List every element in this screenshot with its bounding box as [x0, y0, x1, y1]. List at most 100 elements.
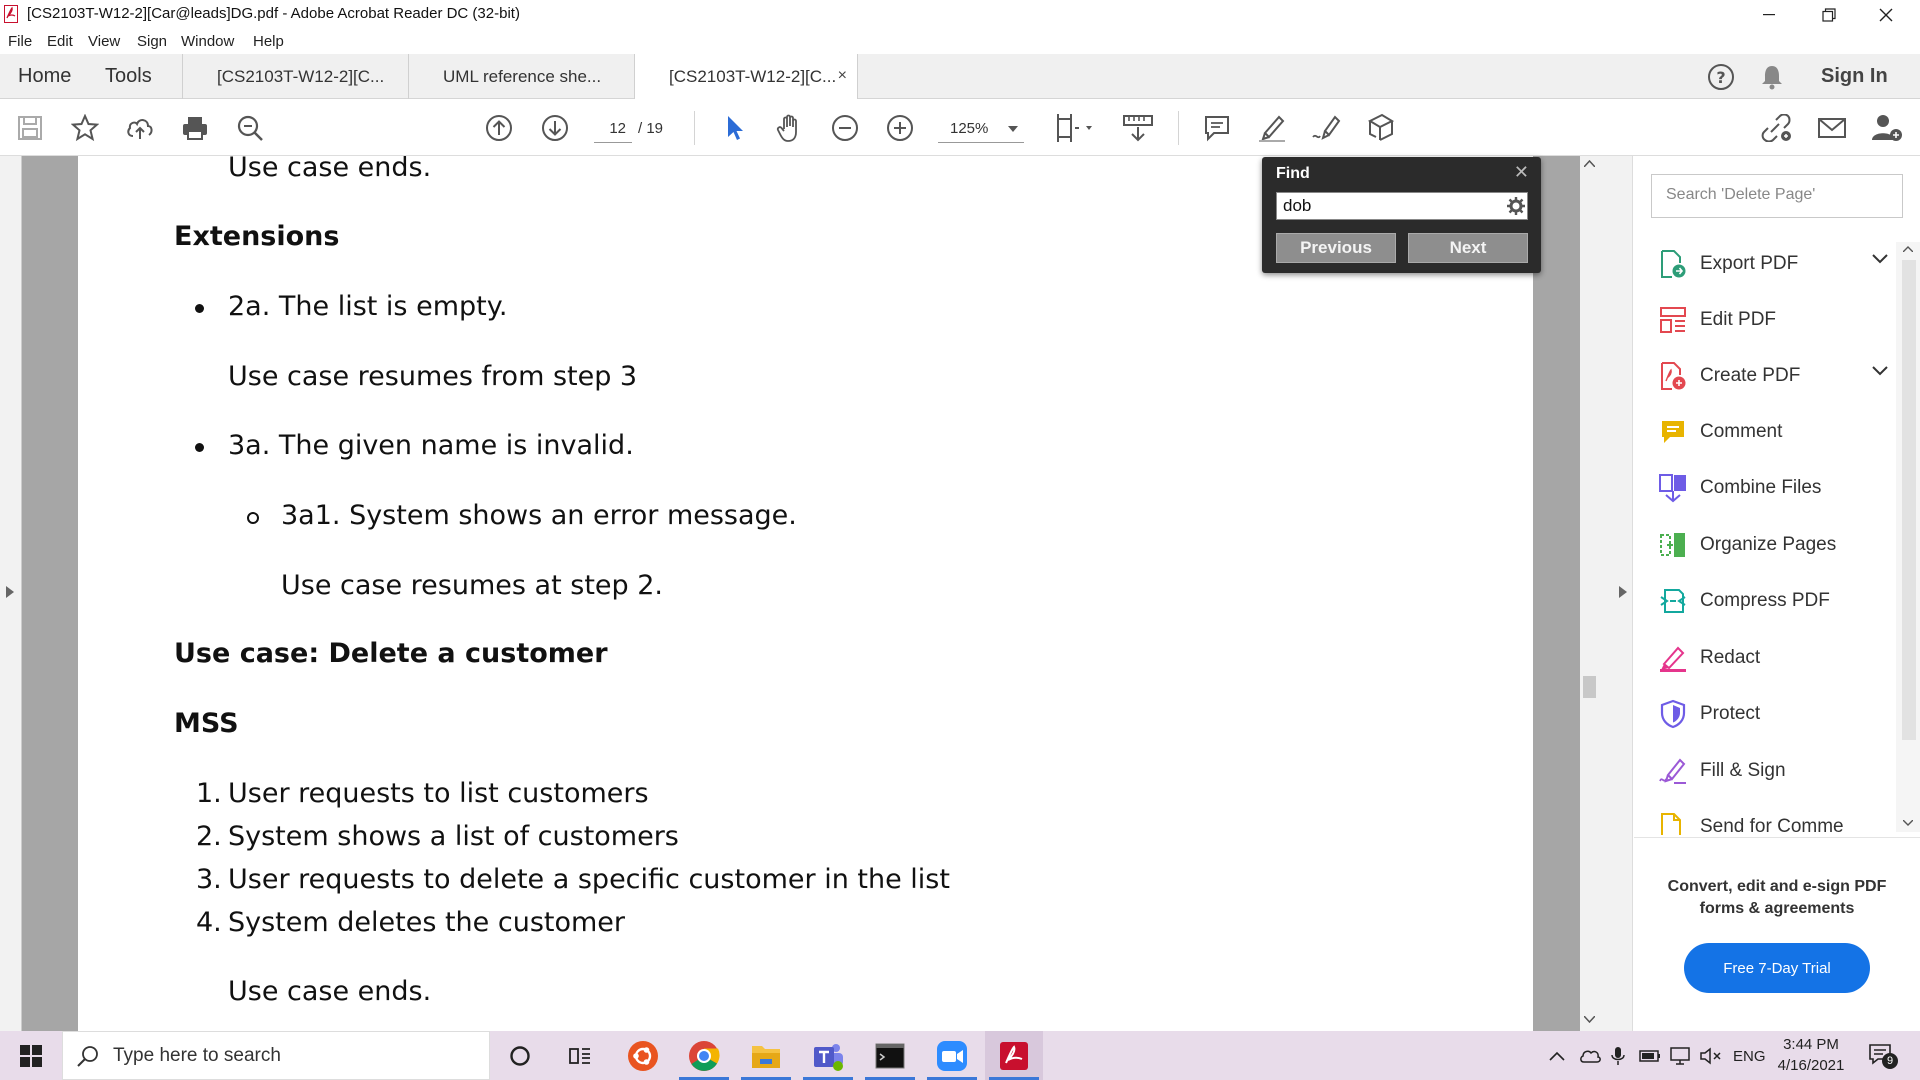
- system-clock[interactable]: 3:44 PM 4/16/2021: [1766, 1034, 1856, 1076]
- acrobat-taskbar-icon[interactable]: [985, 1031, 1043, 1080]
- tool-combine-files[interactable]: Combine Files: [1658, 468, 1888, 508]
- tool-label: Edit PDF: [1700, 309, 1777, 330]
- tab-document-1[interactable]: [CS2103T-W12-2][C...: [182, 54, 408, 99]
- tools-pane-scrollbar-thumb[interactable]: [1902, 260, 1916, 740]
- tool-send-for-comment[interactable]: Send for Comme: [1658, 807, 1888, 835]
- list-bullet: [195, 304, 204, 313]
- sign-pen-icon[interactable]: [1310, 111, 1344, 145]
- page-layout-icon[interactable]: [1053, 111, 1097, 145]
- volume-muted-icon[interactable]: [1700, 1045, 1722, 1067]
- tools-pane-scrollbar[interactable]: [1896, 242, 1920, 832]
- free-trial-button[interactable]: Free 7-Day Trial: [1684, 943, 1870, 993]
- fill-sign-icon[interactable]: [1365, 111, 1399, 145]
- send-for-comment-icon: [1658, 812, 1688, 835]
- doc-text-ext-3a: 3a. The given name is invalid.: [228, 430, 634, 461]
- taskbar-search-box[interactable]: Type here to search: [62, 1031, 490, 1080]
- tool-redact[interactable]: Redact: [1658, 638, 1888, 678]
- collapse-right-pane-icon: [1619, 586, 1627, 598]
- tool-export-pdf[interactable]: Export PDF: [1658, 244, 1888, 284]
- mss-step-number: 4.: [196, 907, 222, 938]
- tool-fill-sign[interactable]: Fill & Sign: [1658, 751, 1888, 791]
- teams-app-icon[interactable]: [799, 1031, 857, 1080]
- close-window-button[interactable]: [1858, 0, 1914, 29]
- toolbar-divider: [694, 111, 695, 145]
- network-icon[interactable]: [1670, 1045, 1692, 1067]
- menu-window[interactable]: Window: [181, 33, 234, 50]
- minimize-button[interactable]: [1741, 0, 1797, 29]
- menu-help[interactable]: Help: [253, 33, 284, 50]
- previous-page-icon[interactable]: [482, 111, 516, 145]
- tool-create-pdf[interactable]: Create PDF: [1658, 356, 1888, 396]
- terminal-app-icon[interactable]: [861, 1031, 919, 1080]
- close-tab-icon[interactable]: ×: [838, 67, 847, 85]
- zoom-level-select[interactable]: 125%: [938, 115, 1024, 143]
- bookmark-star-icon[interactable]: [68, 111, 102, 145]
- menu-file[interactable]: File: [8, 33, 32, 50]
- document-scrollbar[interactable]: [1580, 156, 1599, 1031]
- acrobat-app-icon: [4, 5, 20, 23]
- tab-document-2[interactable]: UML reference she...: [408, 54, 634, 99]
- tool-organize-pages[interactable]: Organize Pages: [1658, 525, 1888, 565]
- upload-cloud-icon[interactable]: [123, 111, 157, 145]
- task-view-icon[interactable]: [551, 1031, 609, 1080]
- hand-tool-icon[interactable]: [773, 111, 807, 145]
- add-user-icon[interactable]: [1870, 111, 1904, 145]
- language-indicator[interactable]: ENG: [1733, 1045, 1766, 1067]
- tool-comment[interactable]: Comment: [1658, 412, 1888, 452]
- organize-pages-icon: [1658, 530, 1688, 560]
- tab-document-3[interactable]: [CS2103T-W12-2][C... ×: [634, 54, 858, 100]
- right-pane-toggle[interactable]: [1599, 156, 1633, 1031]
- zoom-app-icon[interactable]: [923, 1031, 981, 1080]
- find-next-button[interactable]: Next: [1408, 233, 1528, 263]
- highlight-pen-icon[interactable]: [1255, 111, 1289, 145]
- onedrive-icon[interactable]: [1579, 1045, 1601, 1067]
- list-sub-bullet: [247, 512, 259, 524]
- tools-list: Export PDF Edit PDF Create PDF Comment C…: [1634, 156, 1896, 835]
- ubuntu-app-icon[interactable]: [614, 1031, 672, 1080]
- menu-sign[interactable]: Sign: [137, 33, 167, 50]
- start-button[interactable]: [0, 1031, 62, 1080]
- tool-compress-pdf[interactable]: Compress PDF: [1658, 581, 1888, 621]
- document-scrollbar-thumb[interactable]: [1583, 676, 1596, 698]
- zoom-out-icon[interactable]: [828, 111, 862, 145]
- restore-button[interactable]: [1801, 0, 1857, 29]
- battery-icon[interactable]: [1639, 1045, 1661, 1067]
- tab-home[interactable]: Home: [18, 54, 71, 99]
- save-icon[interactable]: [13, 111, 47, 145]
- sign-in-button[interactable]: Sign In: [1821, 54, 1888, 99]
- chrome-app-icon[interactable]: [675, 1031, 733, 1080]
- scroll-mode-icon[interactable]: [1118, 111, 1158, 145]
- doc-text-use-case-ends: Use case ends.: [228, 156, 432, 183]
- left-panel-toggle[interactable]: [0, 156, 22, 1031]
- microphone-icon[interactable]: [1611, 1045, 1625, 1067]
- doc-text-ext-2a: 2a. The list is empty.: [228, 291, 508, 322]
- print-icon[interactable]: [178, 111, 212, 145]
- find-options-gear-icon[interactable]: [1507, 197, 1525, 215]
- tool-edit-pdf[interactable]: Edit PDF: [1658, 300, 1888, 340]
- next-page-icon[interactable]: [538, 111, 572, 145]
- page-number-input[interactable]: 12: [594, 115, 632, 143]
- action-center-icon[interactable]: 9: [1868, 1043, 1902, 1069]
- share-link-icon[interactable]: [1760, 111, 1794, 145]
- cortana-icon[interactable]: [491, 1031, 549, 1080]
- tool-label: Combine Files: [1700, 477, 1822, 498]
- select-cursor-icon[interactable]: [718, 111, 752, 145]
- help-icon[interactable]: ?: [1707, 63, 1735, 91]
- clock-time: 3:44 PM: [1783, 1036, 1839, 1053]
- find-search-input[interactable]: dob: [1276, 192, 1528, 220]
- find-close-icon[interactable]: ✕: [1514, 162, 1529, 183]
- show-hidden-icons[interactable]: [1549, 1045, 1565, 1067]
- file-explorer-icon[interactable]: [737, 1031, 795, 1080]
- menu-edit[interactable]: Edit: [47, 33, 73, 50]
- tab-tools[interactable]: Tools: [105, 54, 152, 99]
- menu-view[interactable]: View: [88, 33, 120, 50]
- notification-bell-icon[interactable]: [1759, 63, 1785, 91]
- add-comment-icon[interactable]: [1200, 111, 1234, 145]
- find-previous-button[interactable]: Previous: [1276, 233, 1396, 263]
- search-zoom-icon[interactable]: [233, 111, 267, 145]
- comment-icon: [1658, 417, 1688, 447]
- tool-protect[interactable]: Protect: [1658, 694, 1888, 734]
- zoom-in-icon[interactable]: [883, 111, 917, 145]
- tool-label: Compress PDF: [1700, 590, 1830, 611]
- email-icon[interactable]: [1815, 111, 1849, 145]
